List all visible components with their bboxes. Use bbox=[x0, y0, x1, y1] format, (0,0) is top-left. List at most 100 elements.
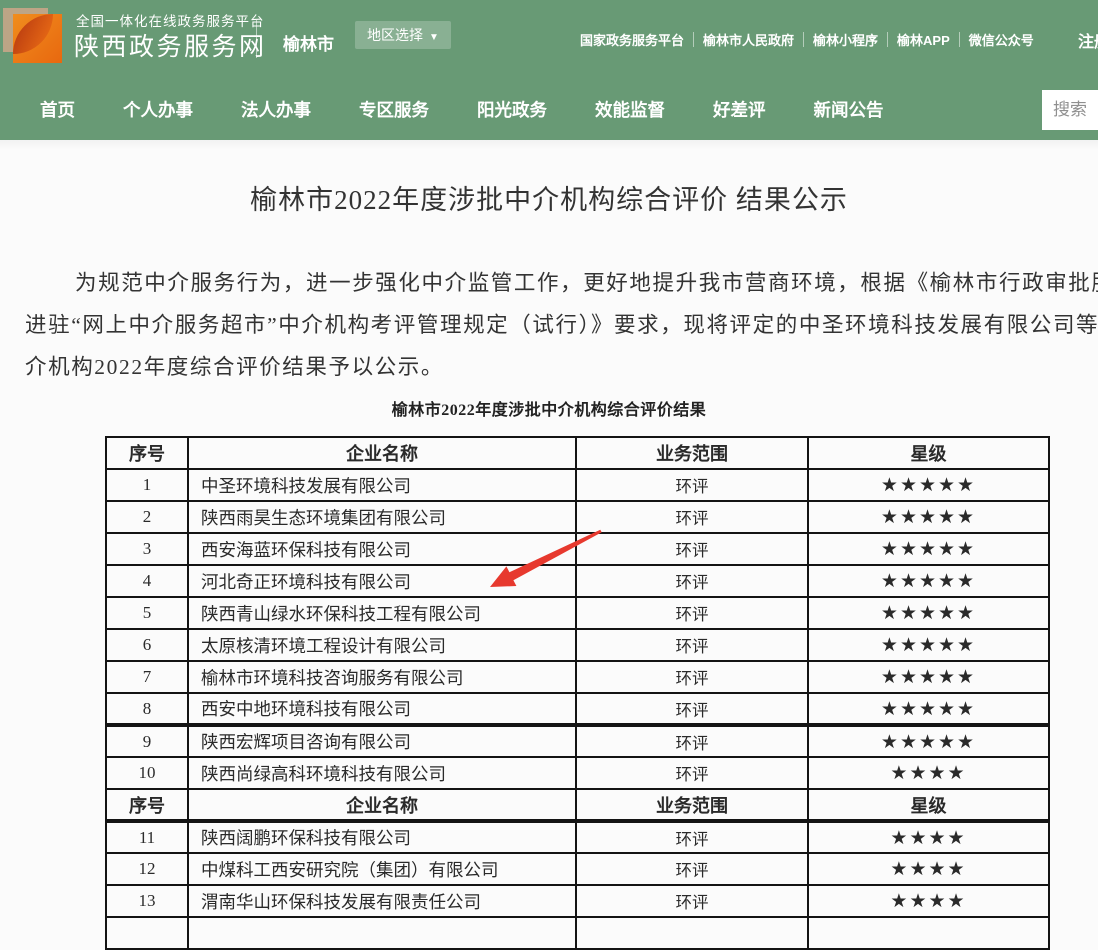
current-city-label: 榆林市 bbox=[283, 30, 334, 55]
top-link[interactable]: 榆林APP bbox=[888, 30, 959, 49]
region-selector-button[interactable]: 地区选择▼ bbox=[355, 21, 451, 49]
top-link[interactable]: 国家政务服务平台 bbox=[571, 30, 693, 49]
row-number: 3 bbox=[106, 533, 188, 565]
top-links: 国家政务服务平台榆林市人民政府榆林小程序榆林APP微信公众号 bbox=[571, 0, 1043, 78]
row-number: 1 bbox=[106, 469, 188, 501]
announcement-paragraph: 为规范中介服务行为，进一步强化中介监管工作，更好地提升我市营商环境，根据《榆林市… bbox=[25, 262, 1098, 388]
evaluation-table: 序号企业名称业务范围星级1中圣环境科技发展有限公司环评★★★★★2陕西雨昊生态环… bbox=[105, 436, 1050, 950]
empty-cell bbox=[106, 917, 188, 949]
business-scope: 环评 bbox=[576, 565, 808, 597]
announcement-document: 榆林市2022年度涉批中介机构综合评价 结果公示 为规范中介服务行为，进一步强化… bbox=[0, 140, 1098, 947]
nav-item[interactable]: 个人办事 bbox=[123, 97, 193, 122]
column-header: 序号 bbox=[106, 789, 188, 821]
table-row-partial bbox=[106, 917, 1049, 949]
business-scope: 环评 bbox=[576, 853, 808, 885]
company-name: 陕西阔鹏环保科技有限公司 bbox=[188, 821, 576, 853]
star-rating: ★★★★ bbox=[808, 885, 1049, 917]
star-rating: ★★★★★ bbox=[808, 469, 1049, 501]
column-header: 星级 bbox=[808, 437, 1049, 469]
business-scope: 环评 bbox=[576, 757, 808, 789]
row-number: 11 bbox=[106, 821, 188, 853]
table-row: 10陕西尚绿高科环境科技有限公司环评★★★★ bbox=[106, 757, 1049, 789]
table-row: 6太原核清环境工程设计有限公司环评★★★★★ bbox=[106, 629, 1049, 661]
register-link[interactable]: 注册 bbox=[1078, 28, 1098, 52]
row-number: 4 bbox=[106, 565, 188, 597]
nav-item[interactable]: 专区服务 bbox=[359, 97, 429, 122]
company-name: 陕西尚绿高科环境科技有限公司 bbox=[188, 757, 576, 789]
row-number: 7 bbox=[106, 661, 188, 693]
table-row: 9陕西宏辉项目咨询有限公司环评★★★★★ bbox=[106, 725, 1049, 757]
company-name: 陕西青山绿水环保科技工程有限公司 bbox=[188, 597, 576, 629]
empty-cell bbox=[188, 917, 576, 949]
table-row: 12中煤科工西安研究院（集团）有限公司环评★★★★ bbox=[106, 853, 1049, 885]
row-number: 6 bbox=[106, 629, 188, 661]
site-header: 全国一体化在线政务服务平台 陕西政务服务网 榆林市 地区选择▼ 国家政务服务平台… bbox=[0, 0, 1098, 140]
top-link[interactable]: 榆林市人民政府 bbox=[694, 30, 803, 49]
company-name: 渭南华山环保科技发展有限责任公司 bbox=[188, 885, 576, 917]
star-rating: ★★★★ bbox=[808, 853, 1049, 885]
business-scope: 环评 bbox=[576, 693, 808, 725]
table-header-row: 序号企业名称业务范围星级 bbox=[106, 437, 1049, 469]
column-header: 序号 bbox=[106, 437, 188, 469]
table-row: 5陕西青山绿水环保科技工程有限公司环评★★★★★ bbox=[106, 597, 1049, 629]
table-row: 13渭南华山环保科技发展有限责任公司环评★★★★ bbox=[106, 885, 1049, 917]
page-title: 榆林市2022年度涉批中介机构综合评价 结果公示 bbox=[0, 178, 1098, 217]
table-row: 3西安海蓝环保科技有限公司环评★★★★★ bbox=[106, 533, 1049, 565]
nav-item[interactable]: 阳光政务 bbox=[477, 97, 547, 122]
top-link[interactable]: 榆林小程序 bbox=[804, 30, 887, 49]
business-scope: 环评 bbox=[576, 501, 808, 533]
business-scope: 环评 bbox=[576, 629, 808, 661]
nav-item[interactable]: 法人办事 bbox=[241, 97, 311, 122]
nav-item[interactable]: 效能监督 bbox=[595, 97, 665, 122]
star-rating: ★★★★★ bbox=[808, 501, 1049, 533]
business-scope: 环评 bbox=[576, 821, 808, 853]
company-name: 河北奇正环境科技有限公司 bbox=[188, 565, 576, 597]
company-name: 太原核清环境工程设计有限公司 bbox=[188, 629, 576, 661]
table-row: 2陕西雨昊生态环境集团有限公司环评★★★★★ bbox=[106, 501, 1049, 533]
table-row: 4河北奇正环境科技有限公司环评★★★★★ bbox=[106, 565, 1049, 597]
top-link[interactable]: 微信公众号 bbox=[960, 30, 1043, 49]
table-row: 8西安中地环境科技有限公司环评★★★★★ bbox=[106, 693, 1049, 725]
company-name: 陕西宏辉项目咨询有限公司 bbox=[188, 725, 576, 757]
star-rating: ★★★★★ bbox=[808, 533, 1049, 565]
column-header: 星级 bbox=[808, 789, 1049, 821]
business-scope: 环评 bbox=[576, 725, 808, 757]
company-name: 中煤科工西安研究院（集团）有限公司 bbox=[188, 853, 576, 885]
column-header: 企业名称 bbox=[188, 789, 576, 821]
column-header: 业务范围 bbox=[576, 789, 808, 821]
nav-item[interactable]: 新闻公告 bbox=[814, 97, 884, 122]
row-number: 12 bbox=[106, 853, 188, 885]
column-header: 业务范围 bbox=[576, 437, 808, 469]
search-input[interactable] bbox=[1042, 90, 1098, 130]
nav-item[interactable]: 好差评 bbox=[713, 97, 766, 122]
site-name: 陕西政务服务网 bbox=[74, 27, 267, 63]
chevron-down-icon: ▼ bbox=[429, 32, 439, 43]
star-rating: ★★★★★ bbox=[808, 565, 1049, 597]
business-scope: 环评 bbox=[576, 885, 808, 917]
company-name: 榆林市环境科技咨询服务有限公司 bbox=[188, 661, 576, 693]
business-scope: 环评 bbox=[576, 597, 808, 629]
empty-cell bbox=[576, 917, 808, 949]
business-scope: 环评 bbox=[576, 533, 808, 565]
table-caption: 榆林市2022年度涉批中介机构综合评价结果 bbox=[0, 396, 1098, 420]
nav-item[interactable]: 首页 bbox=[40, 97, 75, 122]
paragraph-line: 为规范中介服务行为，进一步强化中介监管工作，更好地提升我市营商环境，根据《榆林市… bbox=[25, 262, 1098, 304]
paragraph-line: 进驻“网上中介服务超市”中介机构考评管理规定（试行）》要求，现将评定的中圣环境科… bbox=[25, 304, 1098, 346]
star-rating: ★★★★★ bbox=[808, 661, 1049, 693]
star-rating: ★★★★★ bbox=[808, 597, 1049, 629]
table-row: 7榆林市环境科技咨询服务有限公司环评★★★★★ bbox=[106, 661, 1049, 693]
company-name: 西安海蓝环保科技有限公司 bbox=[188, 533, 576, 565]
row-number: 13 bbox=[106, 885, 188, 917]
row-number: 8 bbox=[106, 693, 188, 725]
row-number: 10 bbox=[106, 757, 188, 789]
business-scope: 环评 bbox=[576, 469, 808, 501]
table-row: 11陕西阔鹏环保科技有限公司环评★★★★ bbox=[106, 821, 1049, 853]
star-rating: ★★★★★ bbox=[808, 693, 1049, 725]
empty-cell bbox=[808, 917, 1049, 949]
column-header: 企业名称 bbox=[188, 437, 576, 469]
site-logo[interactable] bbox=[3, 8, 65, 64]
star-rating: ★★★★ bbox=[808, 757, 1049, 789]
business-scope: 环评 bbox=[576, 661, 808, 693]
row-number: 9 bbox=[106, 725, 188, 757]
company-name: 陕西雨昊生态环境集团有限公司 bbox=[188, 501, 576, 533]
